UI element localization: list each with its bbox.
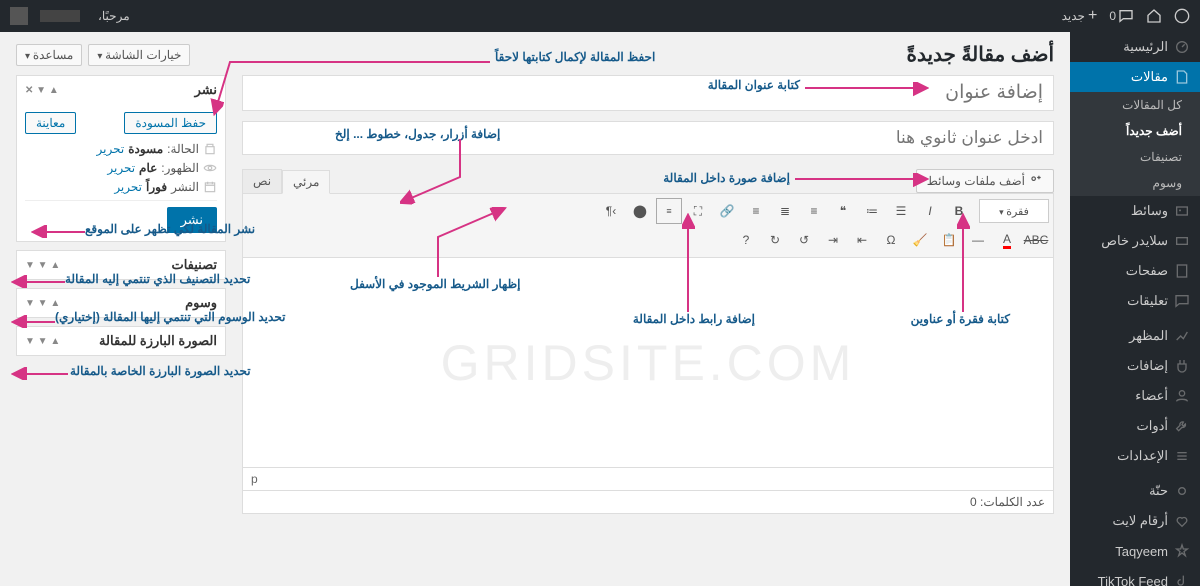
tool-align-left-icon[interactable]: ≡: [743, 198, 769, 224]
tool-help-icon[interactable]: ?: [733, 227, 759, 253]
tab-visual[interactable]: مرئي: [282, 170, 330, 194]
preview-button[interactable]: معاينة: [25, 112, 76, 134]
tool-indent-icon[interactable]: ⇥: [820, 227, 846, 253]
sidebar-item-dashboard[interactable]: الرئيسية: [1070, 32, 1200, 62]
screen-options-button[interactable]: خيارات الشاشة: [88, 44, 190, 66]
sidebar-item-plugins[interactable]: إضافات: [1070, 351, 1200, 381]
tool-textcolor-icon[interactable]: A: [994, 227, 1020, 253]
sidebar-item-taqyeem[interactable]: Taqyeem: [1070, 536, 1200, 566]
tool-bold-icon[interactable]: B: [946, 198, 972, 224]
sidebar-sub-add-new[interactable]: أضف جديداً: [1070, 118, 1200, 144]
editor-path: p: [242, 468, 1054, 491]
featured-image-box-header[interactable]: الصورة البارزة للمقالة ▲ ▼ ▼: [17, 327, 225, 355]
tool-readmore-icon[interactable]: ≡: [656, 198, 682, 224]
sidebar-item-posts[interactable]: مقالات: [1070, 62, 1200, 92]
categories-box: تصنيفات ▲ ▼ ▼: [16, 250, 226, 280]
sidebar-sub-all-posts[interactable]: كل المقالات: [1070, 92, 1200, 118]
tool-redo-icon[interactable]: ↻: [762, 227, 788, 253]
username-redacted: [40, 10, 80, 22]
tool-charmap-icon[interactable]: Ω: [878, 227, 904, 253]
tab-text[interactable]: نص: [242, 169, 282, 193]
admin-top-bar: 0 + جديد مرحبًا،: [0, 0, 1200, 32]
post-title-input[interactable]: [242, 75, 1054, 111]
publish-box: نشر ▲ ▼ ✕ حفظ المسودة معاينة الحالة:: [16, 75, 226, 242]
main-content: أضف مقالةً جديدةً خيارات الشاشة مساعدة أ…: [0, 32, 1070, 586]
sidebar-item-appearance[interactable]: المظهر: [1070, 321, 1200, 351]
publish-box-header[interactable]: نشر ▲ ▼ ✕: [17, 76, 225, 104]
sidebar-item-slider[interactable]: سلايدر خاص: [1070, 226, 1200, 256]
new-content-link[interactable]: + جديد: [1062, 7, 1098, 25]
sidebar-item-arqam[interactable]: أرقام لايت: [1070, 506, 1200, 536]
edit-schedule-link[interactable]: تحرير: [114, 180, 142, 194]
sidebar-sub-categories[interactable]: تصنيفات: [1070, 144, 1200, 170]
format-select[interactable]: ▾ فقرة: [979, 199, 1049, 223]
categories-box-header[interactable]: تصنيفات ▲ ▼ ▼: [17, 251, 225, 279]
tool-ol-icon[interactable]: ≔: [859, 198, 885, 224]
save-draft-button[interactable]: حفظ المسودة: [124, 112, 217, 134]
tool-ul-icon[interactable]: ☰: [888, 198, 914, 224]
edit-visibility-link[interactable]: تحرير: [107, 161, 135, 175]
sidebar-item-label: الرئيسية: [1123, 39, 1168, 55]
sidebar-item-henna[interactable]: حنّة: [1070, 476, 1200, 506]
tool-undo-icon[interactable]: ↺: [791, 227, 817, 253]
tool-clear-icon[interactable]: 🧹: [907, 227, 933, 253]
watermark: GRIDSITE.COM: [441, 334, 856, 392]
word-count: عدد الكلمات: 0: [242, 491, 1054, 514]
tags-box-header[interactable]: وسوم ▲ ▼ ▼: [17, 289, 225, 317]
toolbar-toggle-icon[interactable]: ¶‹: [598, 198, 624, 224]
featured-image-box: الصورة البارزة للمقالة ▲ ▼ ▼: [16, 326, 226, 356]
publish-button[interactable]: نشر: [167, 207, 217, 233]
admin-sidebar: الرئيسية مقالات كل المقالات أضف جديداً ت…: [1070, 32, 1200, 586]
home-icon[interactable]: [1146, 8, 1162, 24]
page-title: أضف مقالةً جديدةً: [907, 42, 1055, 67]
post-subtitle-input[interactable]: [242, 121, 1054, 155]
editor-toolbar: ¶‹ ⬤ ≡ ⛶ 🔗 ≡ ≣ ≡ ❝ ≔ ☰: [242, 193, 1054, 258]
comment-count: 0: [1109, 9, 1116, 23]
sidebar-sub-tags[interactable]: وسوم: [1070, 170, 1200, 196]
sidebar-item-settings[interactable]: الإعدادات: [1070, 441, 1200, 471]
editor-body[interactable]: GRIDSITE.COM: [242, 258, 1054, 468]
add-media-button[interactable]: أضف ملفات وسائط: [916, 169, 1054, 193]
tool-strike-icon[interactable]: ABC: [1023, 227, 1049, 253]
sidebar-item-tools[interactable]: أدوات: [1070, 411, 1200, 441]
tool-align-center-icon[interactable]: ≣: [772, 198, 798, 224]
tool-fullscreen-icon[interactable]: ⛶: [685, 198, 711, 224]
tool-link-icon[interactable]: 🔗: [714, 198, 740, 224]
sidebar-item-users[interactable]: أعضاء: [1070, 381, 1200, 411]
tool-hr-icon[interactable]: ―: [965, 227, 991, 253]
tags-box: وسوم ▲ ▼ ▼: [16, 288, 226, 318]
tool-align-right-icon[interactable]: ≡: [801, 198, 827, 224]
sidebar-item-tiktok[interactable]: TikTok Feed: [1070, 566, 1200, 586]
wp-logo-icon[interactable]: [1174, 8, 1190, 24]
sidebar-item-pages[interactable]: صفحات: [1070, 256, 1200, 286]
tool-italic-icon[interactable]: I: [917, 198, 943, 224]
sidebar-item-comments[interactable]: تعليقات: [1070, 286, 1200, 316]
avatar[interactable]: [10, 7, 28, 25]
comments-icon[interactable]: 0: [1109, 8, 1134, 24]
edit-status-link[interactable]: تحرير: [97, 142, 125, 156]
sidebar-item-label: مقالات: [1131, 69, 1168, 85]
tool-paste-icon[interactable]: 📋: [936, 227, 962, 253]
box-toggle-icons[interactable]: ▲ ▼ ✕: [25, 85, 59, 96]
help-button[interactable]: مساعدة: [16, 44, 82, 66]
tool-quote-icon[interactable]: ❝: [830, 198, 856, 224]
tool-shortcode-icon[interactable]: ⬤: [627, 198, 653, 224]
tool-outdent-icon[interactable]: ⇤: [849, 227, 875, 253]
greeting-text[interactable]: مرحبًا،: [92, 9, 130, 23]
sidebar-item-media[interactable]: وسائط: [1070, 196, 1200, 226]
